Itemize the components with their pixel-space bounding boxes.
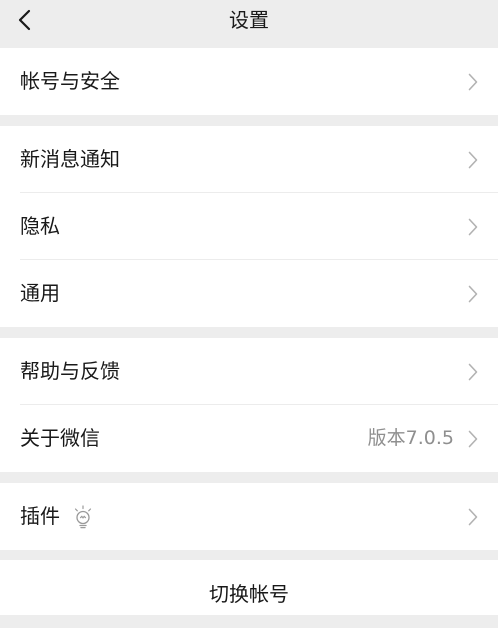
chevron-right-icon	[468, 430, 478, 448]
settings-item-privacy[interactable]: 隐私	[0, 193, 498, 260]
chevron-right-icon	[468, 508, 478, 526]
navigation-bar: 设置	[0, 0, 498, 44]
chevron-right-icon	[468, 218, 478, 236]
version-value: 版本7.0.5	[367, 427, 454, 449]
settings-item-help-feedback[interactable]: 帮助与反馈	[0, 338, 498, 405]
settings-group-help: 帮助与反馈 关于微信 版本7.0.5	[0, 338, 498, 472]
settings-item-label: 帐号与安全	[20, 69, 120, 93]
switch-account-button[interactable]: 切换帐号	[0, 560, 498, 615]
settings-item-label: 新消息通知	[20, 147, 120, 171]
chevron-right-icon	[468, 73, 478, 91]
settings-item-about[interactable]: 关于微信 版本7.0.5	[0, 405, 498, 472]
settings-item-label: 关于微信	[20, 426, 100, 450]
chevron-right-icon	[468, 151, 478, 169]
settings-item-plugins[interactable]: 插件	[0, 483, 498, 550]
settings-item-label: 通用	[20, 281, 60, 305]
settings-group-plugins: 插件	[0, 483, 498, 550]
settings-item-label: 隐私	[20, 214, 60, 238]
settings-item-label: 帮助与反馈	[20, 359, 120, 383]
settings-group-account: 帐号与安全	[0, 48, 498, 115]
settings-item-label: 插件	[20, 504, 60, 528]
settings-item-notifications[interactable]: 新消息通知	[0, 126, 498, 193]
settings-item-general[interactable]: 通用	[0, 260, 498, 327]
chevron-right-icon	[468, 363, 478, 381]
page-title: 设置	[229, 8, 269, 32]
chevron-right-icon	[468, 285, 478, 303]
settings-group-general: 新消息通知 隐私 通用	[0, 126, 498, 327]
settings-item-account-security[interactable]: 帐号与安全	[0, 48, 498, 115]
lightbulb-icon	[74, 505, 92, 529]
